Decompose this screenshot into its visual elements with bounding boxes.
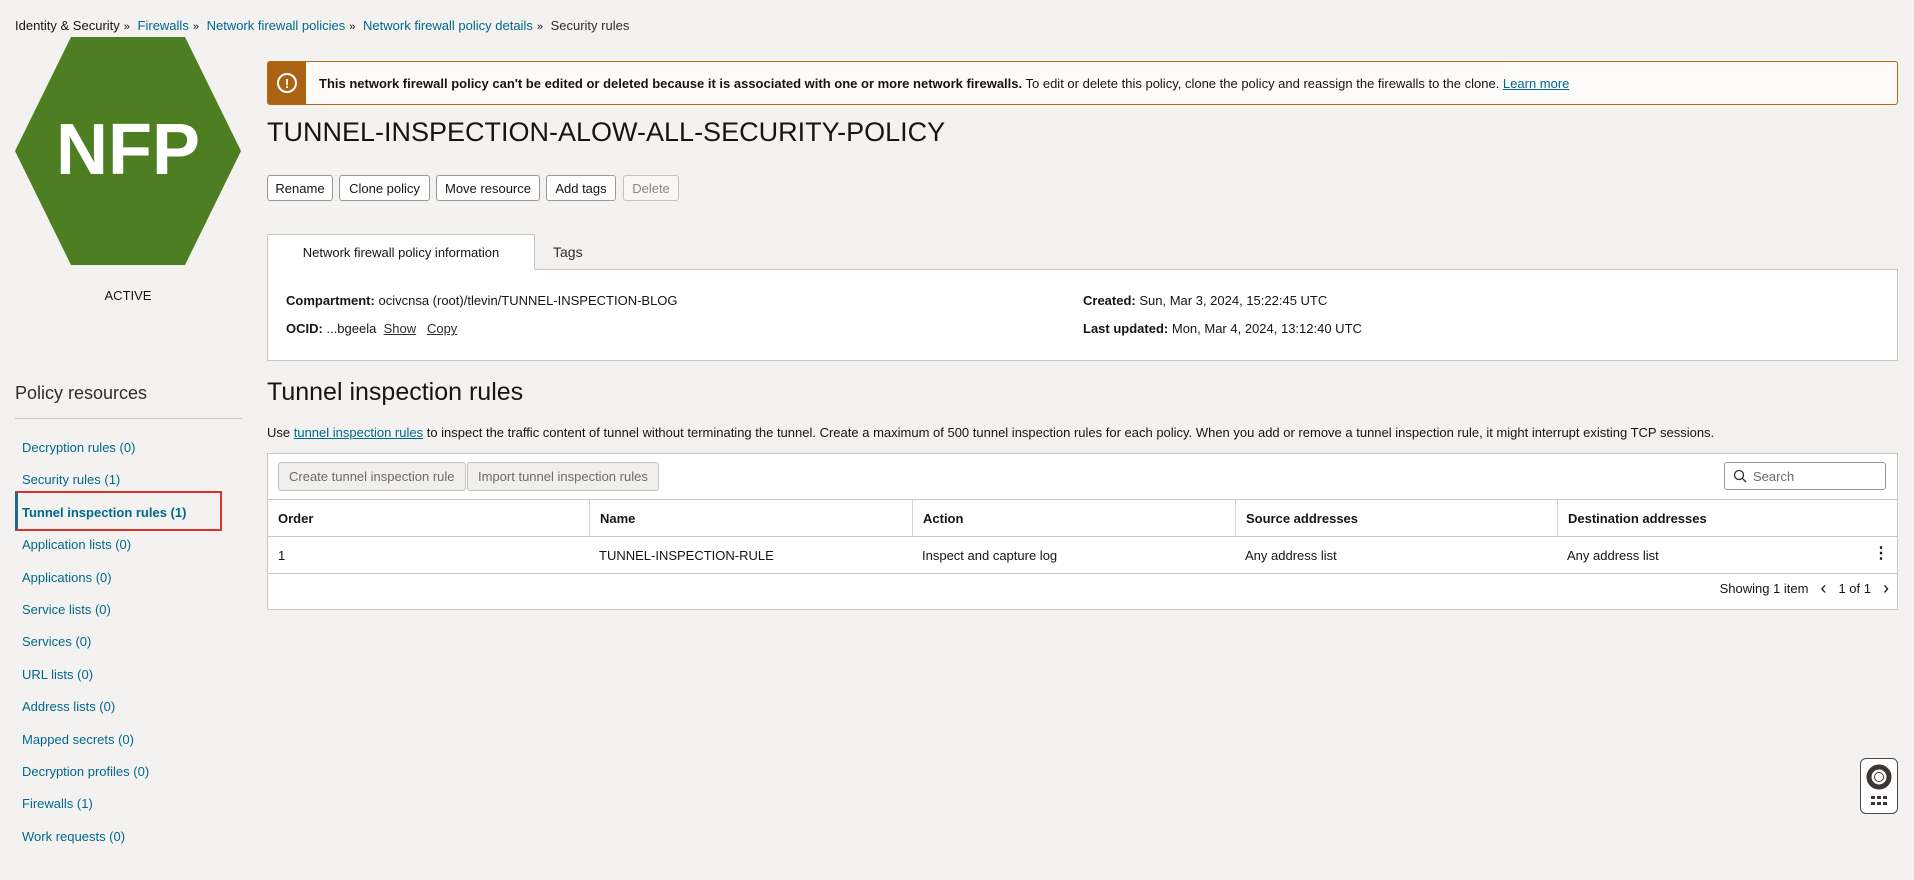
- compartment-value: ocivcnsa (root)/tlevin/TUNNEL-INSPECTION…: [378, 293, 678, 308]
- column-header-name[interactable]: Name: [589, 500, 912, 536]
- sidebar-item[interactable]: Firewalls (1): [22, 796, 93, 811]
- warning-banner: ! This network firewall policy can't be …: [267, 61, 1898, 105]
- created-value: Sun, Mar 3, 2024, 15:22:45 UTC: [1139, 293, 1328, 308]
- search-icon: [1733, 469, 1747, 483]
- sidebar-item[interactable]: Decryption profiles (0): [22, 764, 149, 779]
- tab-tags[interactable]: Tags: [553, 244, 583, 260]
- svg-text:NFP: NFP: [56, 110, 200, 190]
- sidebar-item[interactable]: Mapped secrets (0): [22, 732, 134, 747]
- lifebuoy-icon: [1866, 764, 1892, 805]
- create-rule-button[interactable]: Create tunnel inspection rule: [278, 462, 466, 491]
- breadcrumb-policy-details[interactable]: Network firewall policy details: [363, 18, 533, 33]
- banner-bold-text: This network firewall policy can't be ed…: [319, 75, 1023, 91]
- page-indicator: 1 of 1: [1838, 581, 1871, 596]
- cell-source: Any address list: [1245, 547, 1337, 563]
- compartment-label: Compartment:: [286, 293, 375, 308]
- learn-more-link[interactable]: Learn more: [1503, 76, 1569, 91]
- nfp-logo: NFP: [15, 37, 241, 265]
- rename-button[interactable]: Rename: [267, 175, 333, 201]
- column-header-action[interactable]: Action: [912, 500, 1235, 536]
- breadcrumb-firewalls[interactable]: Firewalls: [138, 18, 189, 33]
- help-widget[interactable]: [1860, 758, 1898, 814]
- table-row: 1 TUNNEL-INSPECTION-RULE Inspect and cap…: [268, 536, 1897, 573]
- updated-value: Mon, Mar 4, 2024, 13:12:40 UTC: [1171, 321, 1362, 336]
- clone-policy-button[interactable]: Clone policy: [339, 175, 430, 201]
- ocid-show-link[interactable]: Show: [384, 321, 417, 336]
- updated-label: Last updated:: [1083, 321, 1169, 336]
- add-tags-button[interactable]: Add tags: [546, 175, 616, 201]
- showing-count: Showing 1 item: [1719, 581, 1809, 596]
- column-header-destination[interactable]: Destination addresses: [1557, 500, 1897, 536]
- tab-policy-information[interactable]: Network firewall policy information: [267, 234, 535, 270]
- page-title: TUNNEL-INSPECTION-ALOW-ALL-SECURITY-POLI…: [267, 117, 946, 147]
- column-header-order[interactable]: Order: [268, 500, 589, 536]
- created-label: Created:: [1083, 293, 1136, 308]
- breadcrumb: Identity & Security» Firewalls» Network …: [15, 18, 630, 33]
- desc-text: to inspect the traffic content of tunnel…: [423, 425, 1715, 440]
- pagination: Showing 1 item ‹ 1 of 1 ›: [1720, 578, 1889, 599]
- sidebar-item[interactable]: Decryption rules (0): [22, 440, 135, 455]
- sidebar-item[interactable]: Services (0): [22, 634, 91, 649]
- search-placeholder: Search: [1753, 468, 1795, 484]
- tunnel-inspection-rules-link[interactable]: tunnel inspection rules: [294, 425, 423, 440]
- import-rules-button[interactable]: Import tunnel inspection rules: [467, 462, 659, 491]
- cell-name: TUNNEL-INSPECTION-RULE: [599, 547, 774, 563]
- rules-table: Create tunnel inspection rule Import tun…: [267, 453, 1898, 610]
- section-title: Tunnel inspection rules: [267, 378, 524, 406]
- sidebar-item[interactable]: Tunnel inspection rules (1): [22, 505, 186, 520]
- table-header: Order Name Action Source addresses Desti…: [268, 499, 1897, 536]
- sidebar-item[interactable]: URL lists (0): [22, 667, 93, 682]
- ocid-label: OCID:: [286, 321, 323, 336]
- cell-action: Inspect and capture log: [922, 547, 1058, 563]
- policy-resources-heading: Policy resources: [15, 383, 148, 403]
- sidebar-item[interactable]: Service lists (0): [22, 602, 111, 617]
- move-resource-button[interactable]: Move resource: [436, 175, 540, 201]
- desc-text: Use: [267, 425, 294, 440]
- warning-icon: !: [268, 62, 306, 104]
- policy-info-panel: Compartment: ocivcnsa (root)/tlevin/TUNN…: [267, 269, 1898, 361]
- ocid-copy-link[interactable]: Copy: [427, 321, 457, 336]
- section-description: Use tunnel inspection rules to inspect t…: [267, 425, 1714, 440]
- next-page-icon[interactable]: ›: [1883, 578, 1889, 599]
- divider: [15, 418, 242, 419]
- search-input[interactable]: Search: [1724, 462, 1886, 490]
- status-label: ACTIVE: [104, 288, 152, 303]
- sidebar-item[interactable]: Applications (0): [22, 570, 112, 585]
- sidebar-item[interactable]: Application lists (0): [22, 537, 131, 552]
- sidebar-item[interactable]: Address lists (0): [22, 699, 115, 714]
- banner-text: To edit or delete this policy, clone the…: [1022, 75, 1503, 91]
- sidebar-item[interactable]: Security rules (1): [22, 472, 120, 487]
- breadcrumb-current: Security rules: [550, 18, 630, 33]
- cell-order: 1: [278, 547, 286, 563]
- prev-page-icon[interactable]: ‹: [1820, 578, 1826, 599]
- ocid-value: ...bgeela: [326, 321, 377, 336]
- column-header-source[interactable]: Source addresses: [1235, 500, 1557, 536]
- breadcrumb-identity: Identity & Security: [15, 18, 120, 33]
- cell-destination: Any address list: [1567, 547, 1659, 563]
- sidebar-item[interactable]: Work requests (0): [22, 829, 125, 844]
- delete-button[interactable]: Delete: [623, 175, 679, 201]
- breadcrumb-policies[interactable]: Network firewall policies: [207, 18, 346, 33]
- row-actions-kebab-icon[interactable]: ⋮: [1873, 545, 1889, 563]
